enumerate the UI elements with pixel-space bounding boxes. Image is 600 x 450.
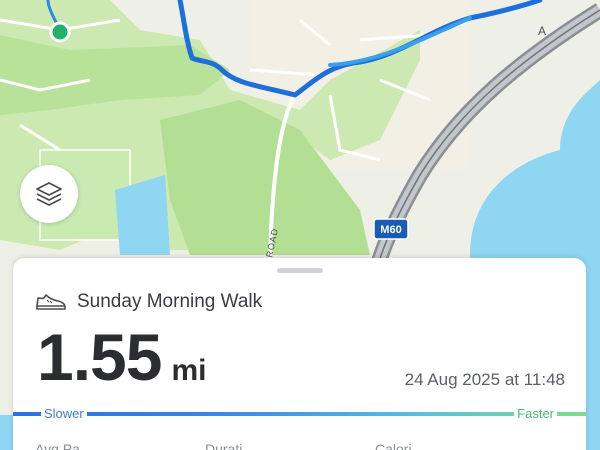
map-screen: ROAD M60 A Sunday Morning Walk 1.55 mi 2…	[0, 0, 600, 450]
layers-icon	[36, 182, 62, 206]
activity-header: Sunday Morning Walk	[35, 290, 262, 314]
activity-title: Sunday Morning Walk	[77, 291, 263, 312]
map-partial-label: A	[538, 24, 546, 38]
pace-gradient-bar	[13, 412, 586, 416]
stat-label-calories: Calori...	[375, 441, 424, 450]
pace-faster-label: Faster	[514, 406, 557, 422]
motorway-shield-label: M60	[380, 224, 401, 236]
motorway-shield: M60	[373, 218, 409, 240]
sheet-grabber[interactable]	[277, 268, 323, 273]
shoe-icon	[36, 294, 66, 310]
stat-label-duration: Durati...	[205, 441, 255, 450]
pace-slower-label: Slower	[41, 406, 87, 422]
distance-value: 1.55	[37, 320, 162, 394]
activity-date-time: 24 Aug 2025 at 11:48	[404, 370, 565, 389]
layers-button[interactable]	[20, 165, 78, 223]
start-marker[interactable]	[49, 21, 71, 43]
pace-legend: Slower Faster	[13, 406, 586, 426]
stat-label-avg-pace: Avg Pa...	[35, 441, 92, 450]
activity-summary-sheet[interactable]: Sunday Morning Walk 1.55 mi 24 Aug 2025 …	[13, 258, 586, 450]
stats-header-row: Avg Pa... Durati... Calori...	[35, 441, 575, 450]
distance-unit: mi	[171, 354, 207, 387]
distance-display: 1.55 mi	[37, 322, 206, 392]
